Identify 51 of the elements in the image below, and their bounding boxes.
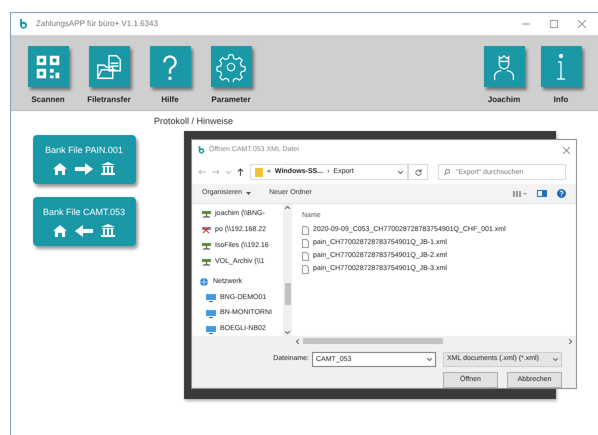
info-icon: [556, 54, 566, 80]
preview-pane-icon: [537, 190, 547, 197]
forward-arrow-icon: [212, 169, 220, 175]
refresh-button[interactable]: [408, 164, 428, 180]
back-arrow-icon: [198, 169, 206, 175]
gear-icon: [216, 52, 246, 82]
toolbar-button[interactable]: Joachim: [476, 46, 532, 106]
app-logo-icon: [198, 146, 205, 154]
arrow-icon: [75, 162, 93, 175]
toolbar-button[interactable]: Filetransfer: [81, 46, 137, 106]
network-drive-icon: [202, 258, 211, 266]
toolbar-button[interactable]: Parameter: [203, 46, 259, 106]
caret-icon: [398, 170, 403, 174]
view-options-icon: [513, 190, 527, 196]
scroll-thumb[interactable]: [284, 283, 290, 305]
close-icon: [578, 20, 586, 28]
toolbar-button[interactable]: Scannen: [20, 46, 76, 106]
search-icon: [444, 169, 450, 175]
scrollbar[interactable]: [283, 204, 292, 336]
house-icon: [53, 162, 67, 175]
toolbar-button[interactable]: Hilfe: [142, 46, 198, 106]
log-heading: Protokoll / Hinweise: [154, 115, 234, 128]
arrow-icon: [75, 224, 93, 237]
monitor-icon: [206, 326, 216, 334]
scroll-up-icon: [285, 206, 290, 209]
scroll-thumb[interactable]: [303, 338, 443, 344]
caret-icon: [427, 358, 432, 361]
help-icon: [557, 189, 566, 198]
window-title: ZahlungsAPP für büro+ V1.1.6343: [36, 18, 158, 30]
network-drive-icon: [202, 242, 211, 250]
up-arrow-icon: [237, 168, 244, 176]
monitor-icon: [206, 294, 216, 302]
monitor-icon: [206, 310, 216, 318]
scroll-down-icon: [285, 331, 290, 334]
caret-icon: [226, 170, 231, 174]
scroll-left-icon: [296, 338, 299, 344]
network-drive-icon: [202, 210, 211, 218]
maximize-icon: [550, 20, 558, 28]
disconnected-drive-icon: [202, 226, 211, 234]
network-icon: [199, 278, 209, 286]
bank-building-icon: [101, 162, 115, 176]
scroll-right-icon: [569, 338, 572, 344]
caret-icon: [246, 192, 252, 195]
app-logo-icon: [19, 19, 28, 29]
refresh-icon: [414, 168, 422, 176]
house-icon: [53, 224, 67, 237]
caret-icon: [553, 358, 558, 361]
close-icon: [563, 146, 570, 154]
toolbar-button[interactable]: Info: [533, 46, 589, 106]
folder-icon: [255, 168, 263, 176]
bank-building-icon: [101, 224, 115, 238]
